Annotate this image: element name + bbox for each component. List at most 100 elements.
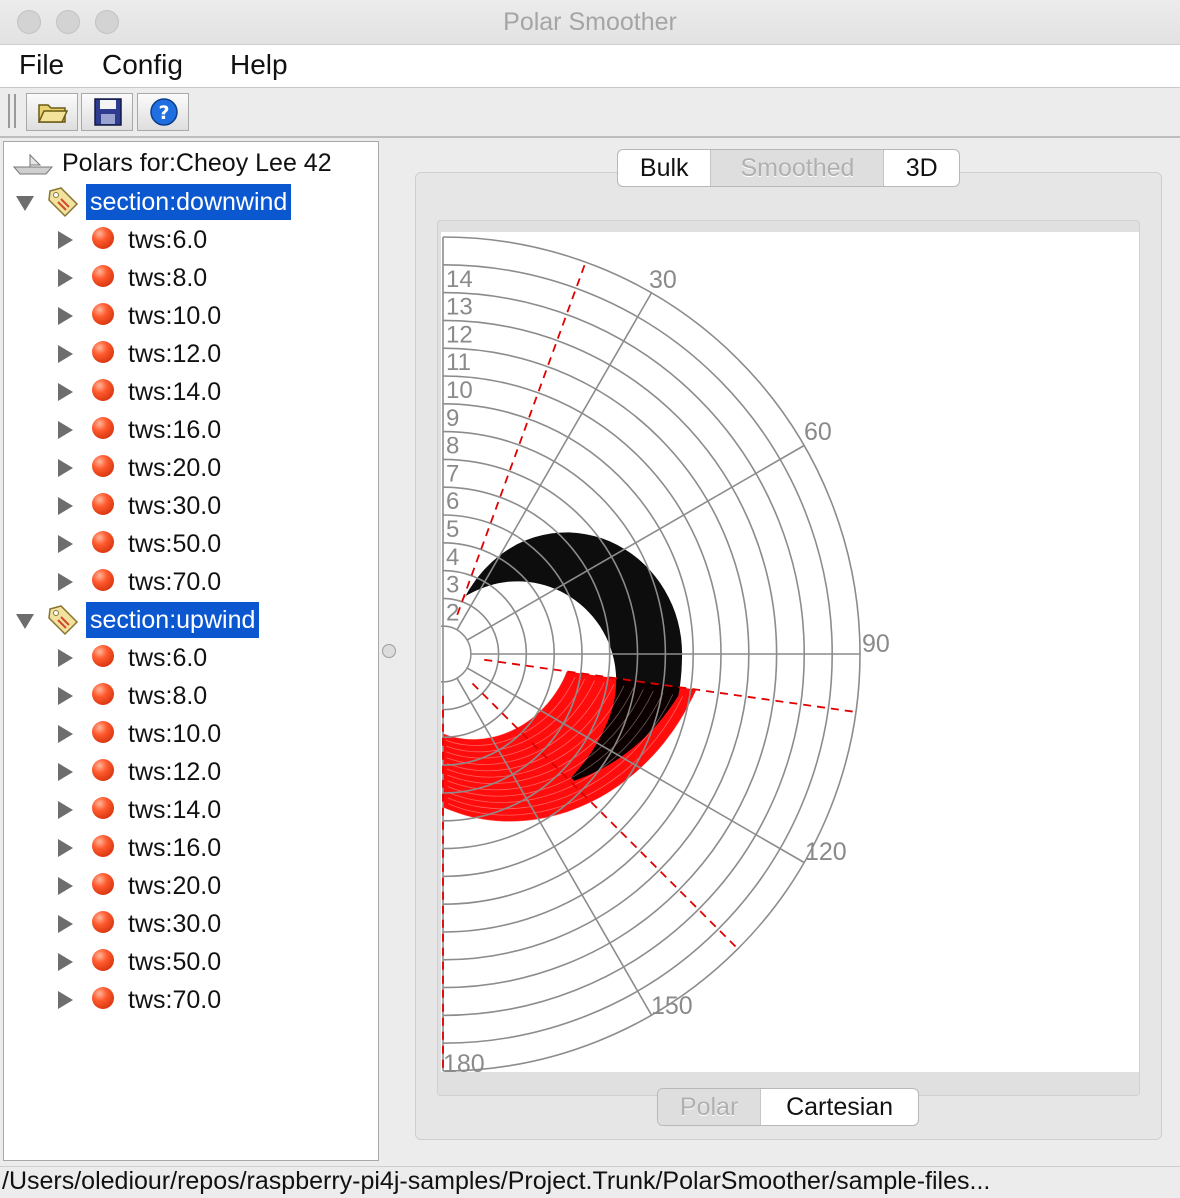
expand-toggle-icon[interactable] — [58, 421, 73, 439]
tree-root[interactable]: Polars for:Cheoy Lee 42 — [8, 146, 368, 182]
expand-toggle-icon[interactable] — [58, 763, 73, 781]
expand-toggle-icon[interactable] — [58, 649, 73, 667]
expand-toggle-icon[interactable] — [58, 953, 73, 971]
expand-toggle-icon[interactable] — [58, 459, 73, 477]
toggle-cartesian[interactable]: Cartesian — [761, 1089, 918, 1125]
tree-item-label: tws:70.0 — [128, 986, 222, 1014]
series-ball-icon — [92, 227, 114, 249]
menu-bar: File Config Help — [0, 45, 1180, 88]
tree-section-1[interactable]: section:upwind — [4, 602, 374, 638]
tree-item[interactable]: tws:12.0 — [4, 754, 374, 790]
radial-tick-label: 10 — [446, 377, 473, 404]
radial-tick-label: 2 — [446, 599, 459, 626]
help-icon: ? — [150, 98, 178, 126]
expand-toggle-icon[interactable] — [58, 915, 73, 933]
expand-toggle-icon[interactable] — [58, 307, 73, 325]
tree-item-label: tws:10.0 — [128, 302, 222, 330]
tree-item[interactable]: tws:50.0 — [4, 526, 374, 562]
series-ball-icon — [92, 265, 114, 287]
series-ball-icon — [92, 645, 114, 667]
expand-toggle-icon[interactable] — [58, 839, 73, 857]
tree-item[interactable]: tws:30.0 — [4, 906, 374, 942]
expand-toggle-icon[interactable] — [58, 573, 73, 591]
tag-icon — [48, 605, 79, 636]
expand-toggle-icon[interactable] — [58, 345, 73, 363]
series-ball-icon — [92, 759, 114, 781]
open-folder-icon — [37, 104, 69, 123]
window-titlebar: Polar Smoother — [0, 0, 1180, 45]
help-button[interactable]: ? — [137, 93, 189, 131]
expand-toggle-icon[interactable] — [58, 383, 73, 401]
tree-item-label: tws:12.0 — [128, 758, 222, 786]
tree-item[interactable]: tws:20.0 — [4, 450, 374, 486]
angle-tick-label: 180 — [443, 1050, 485, 1072]
tree-item-label: tws:50.0 — [128, 530, 222, 558]
expand-toggle-icon[interactable] — [58, 991, 73, 1009]
toggle-polar[interactable]: Polar — [658, 1089, 762, 1125]
tree-item[interactable]: tws:70.0 — [4, 982, 374, 1018]
expand-toggle-icon[interactable] — [58, 231, 73, 249]
status-path: /Users/olediour/repos/raspberry-pi4j-sam… — [0, 1166, 1180, 1198]
expand-toggle-icon[interactable] — [58, 801, 73, 819]
expand-toggle-icon[interactable] — [58, 687, 73, 705]
tree-item-label: tws:20.0 — [128, 872, 222, 900]
tree-item[interactable]: tws:14.0 — [4, 792, 374, 828]
toolbar-grip[interactable] — [8, 94, 16, 128]
chart-background — [441, 232, 1139, 1072]
series-ball-icon — [92, 455, 114, 477]
series-ball-icon — [92, 911, 114, 933]
menu-file[interactable]: File — [19, 49, 64, 81]
tree-item[interactable]: tws:14.0 — [4, 374, 374, 410]
tree-item[interactable]: tws:8.0 — [4, 260, 374, 296]
tree-section-0[interactable]: section:downwind — [4, 184, 374, 220]
tree-item[interactable]: tws:50.0 — [4, 944, 374, 980]
tree-item[interactable]: tws:6.0 — [4, 222, 374, 258]
view-tabs: Bulk Smoothed 3D — [617, 149, 960, 187]
expand-toggle-icon[interactable] — [58, 269, 73, 287]
menu-config[interactable]: Config — [102, 49, 183, 81]
tree-item-label: tws:30.0 — [128, 910, 222, 938]
series-ball-icon — [92, 379, 114, 401]
tag-icon — [48, 187, 79, 218]
menu-help[interactable]: Help — [230, 49, 288, 81]
save-button[interactable] — [81, 93, 133, 131]
series-ball-icon — [92, 797, 114, 819]
angle-tick-label: 120 — [805, 838, 847, 866]
radial-tick-label: 9 — [446, 405, 459, 432]
expand-toggle-icon[interactable] — [58, 877, 73, 895]
angle-tick-label: 150 — [651, 992, 693, 1020]
radial-tick-label: 14 — [446, 266, 473, 293]
split-pane-divider[interactable] — [382, 644, 396, 658]
tree-item[interactable]: tws:6.0 — [4, 640, 374, 676]
tab-3d[interactable]: 3D — [884, 150, 959, 186]
save-disk-icon — [94, 98, 122, 126]
tree-item[interactable]: tws:12.0 — [4, 336, 374, 372]
open-button[interactable] — [26, 93, 78, 131]
tree-item[interactable]: tws:20.0 — [4, 868, 374, 904]
radial-tick-label: 12 — [446, 321, 473, 348]
expand-toggle-icon[interactable] — [58, 725, 73, 743]
series-ball-icon — [92, 721, 114, 743]
tree-item[interactable]: tws:10.0 — [4, 716, 374, 752]
tree-item[interactable]: tws:70.0 — [4, 564, 374, 600]
tab-bulk[interactable]: Bulk — [618, 150, 712, 186]
chart-mode-toggle: Polar Cartesian — [657, 1088, 919, 1126]
tree-item[interactable]: tws:30.0 — [4, 488, 374, 524]
tree-item[interactable]: tws:16.0 — [4, 412, 374, 448]
expand-toggle-icon[interactable] — [58, 535, 73, 553]
radial-tick-label: 11 — [446, 349, 471, 376]
tree-item-label: tws:16.0 — [128, 834, 222, 862]
tree-item-label: tws:6.0 — [128, 644, 208, 672]
radial-tick-label: 8 — [446, 433, 459, 460]
tree-item-label: tws:12.0 — [128, 340, 222, 368]
expand-toggle-icon[interactable] — [16, 196, 34, 211]
series-ball-icon — [92, 873, 114, 895]
tree-item[interactable]: tws:16.0 — [4, 830, 374, 866]
tree-item[interactable]: tws:8.0 — [4, 678, 374, 714]
tree-item[interactable]: tws:10.0 — [4, 298, 374, 334]
svg-text:?: ? — [158, 102, 169, 124]
tab-smoothed[interactable]: Smoothed — [711, 150, 885, 186]
expand-toggle-icon[interactable] — [16, 614, 34, 629]
expand-toggle-icon[interactable] — [58, 497, 73, 515]
toolbar: ? — [0, 88, 1180, 138]
